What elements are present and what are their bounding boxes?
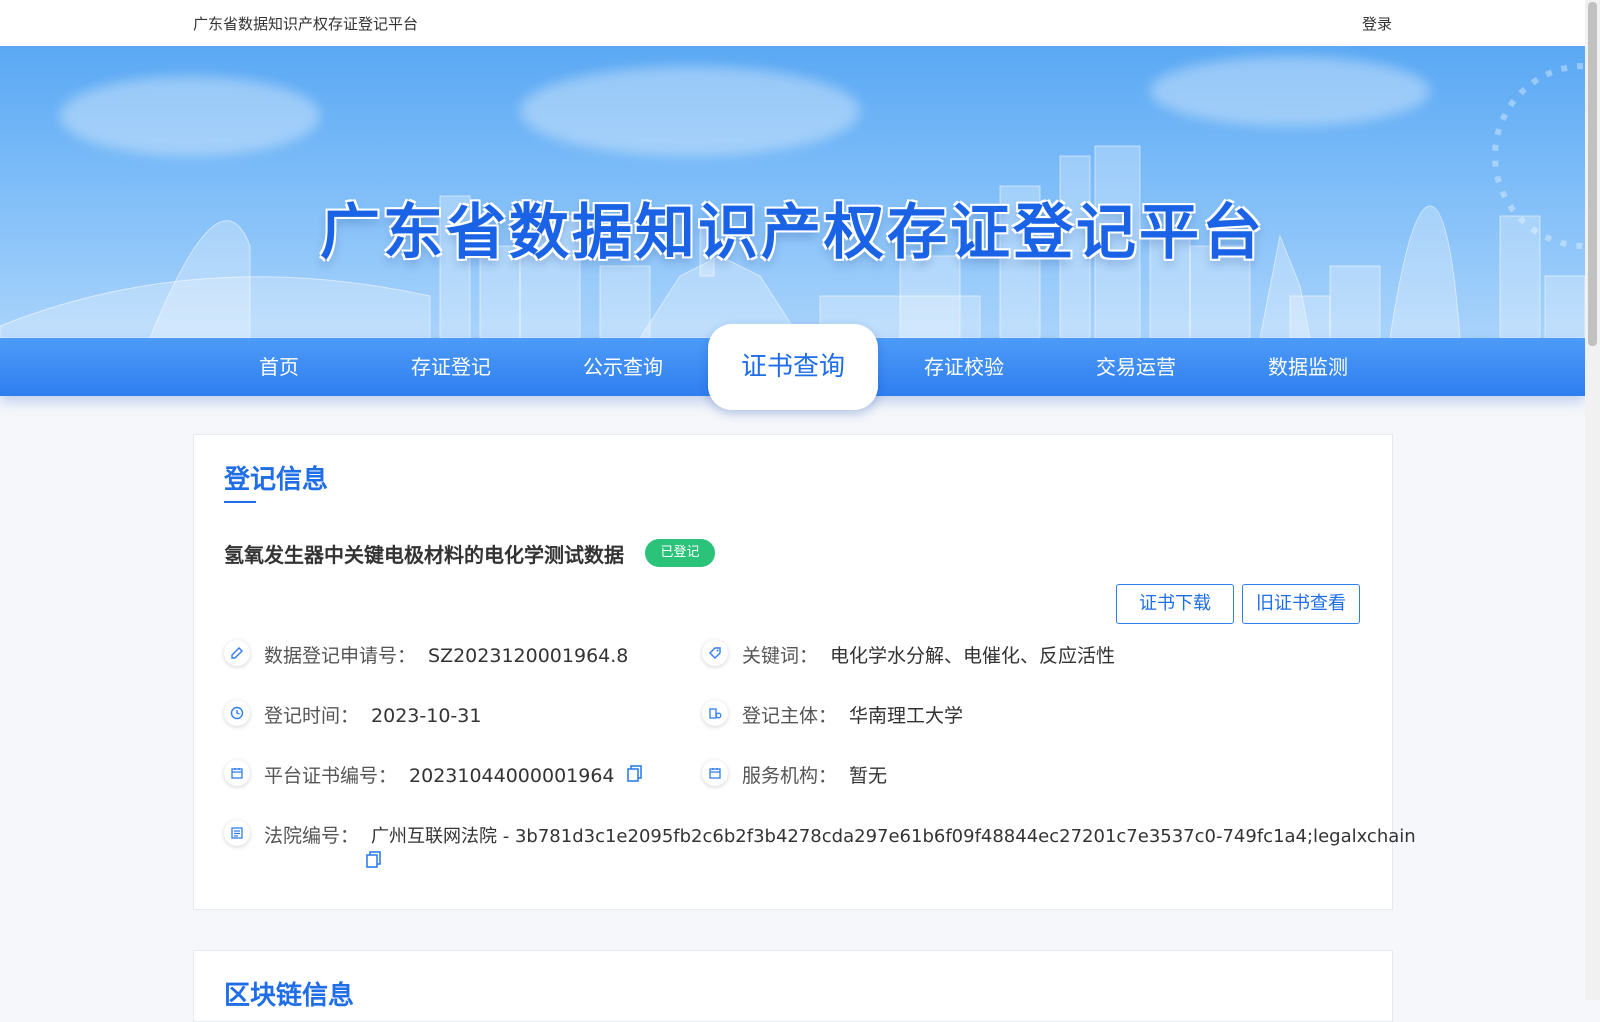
site-name: 广东省数据知识产权存证登记平台 [193,15,419,33]
service-org-value: 暂无 [849,765,888,787]
calendar-icon [702,760,728,786]
nav-item-home[interactable]: 首页 [193,338,365,396]
court-no-label: 法院编号： [264,825,360,847]
login-link[interactable]: 登录 [1362,13,1392,34]
data-title: 氢氧发生器中关键电极材料的电化学测试数据 [224,543,624,567]
service-org-label: 服务机构： [742,765,838,787]
section-title: 区块链信息 [224,981,355,1011]
service-org-field: 服务机构： 暂无 [742,761,887,788]
court-no-field: 法院编号： 广州互联网法院 - 3b781d3c1e2095fb2c6b2f3b4… [264,821,1416,848]
subject-value: 华南理工大学 [849,705,964,727]
reg-time-label: 登记时间： [264,705,360,727]
old-certificate-view-button[interactable]: 旧证书查看 [1242,584,1360,624]
reg-time-field: 登记时间： 2023-10-31 [264,701,481,728]
court-no-value: 广州互联网法院 - 3b781d3c1e2095fb2c6b2f3b4278cd… [371,826,1416,847]
scrollbar-thumb[interactable] [1588,2,1597,346]
blockchain-info-card: 区块链信息 [193,950,1393,1022]
application-no-value: SZ2023120001964.8 [428,645,629,667]
hero-banner: 广东省数据知识产权存证登记平台 [0,46,1585,338]
org-icon [702,700,728,726]
calendar-icon [224,760,250,786]
section-title-underline [224,501,256,503]
edit-icon [224,640,250,666]
subject-field: 登记主体： 华南理工大学 [742,701,963,728]
status-badge: 已登记 [645,539,715,567]
banner-title: 广东省数据知识产权存证登记平台 [320,198,1265,268]
reg-time-value: 2023-10-31 [371,705,482,727]
list-icon [224,820,250,846]
cert-no-value: 20231044000001964 [409,765,615,787]
section-title: 登记信息 [224,465,329,495]
registration-info-card: 登记信息 氢氧发生器中关键电极材料的电化学测试数据 已登记 证书下载 旧证书查看… [193,434,1416,910]
nav-item-public-query[interactable]: 公示查询 [537,338,709,396]
certificate-download-button[interactable]: 证书下载 [1116,584,1234,624]
top-bar: 广东省数据知识产权存证登记平台 登录 [0,0,1585,46]
keywords-field: 关键词： 电化学水分解、电催化、反应活性 [742,641,1115,668]
nav-item-data-monitoring[interactable]: 数据监测 [1222,338,1394,396]
keywords-label: 关键词： [742,645,819,667]
clock-icon [224,700,250,726]
cert-no-field: 平台证书编号： 20231044000001964 [264,761,643,788]
cert-no-label: 平台证书编号： [264,765,398,787]
keywords-value: 电化学水分解、电催化、反应活性 [830,645,1116,667]
tag-icon [702,640,728,666]
nav-item-verification[interactable]: 存证校验 [878,338,1050,396]
nav-item-certificate-query[interactable]: 证书查询 [708,324,878,410]
main-nav: 首页 存证登记 公示查询 证书查询 存证校验 交易运营 数据监测 [0,324,1585,410]
copy-icon[interactable] [366,851,382,873]
copy-icon[interactable] [626,765,643,788]
page-scrollbar[interactable] [1585,0,1600,1000]
nav-item-registration[interactable]: 存证登记 [365,338,537,396]
application-no-label: 数据登记申请号： [264,645,417,667]
subject-label: 登记主体： [742,705,838,727]
application-no-field: 数据登记申请号： SZ2023120001964.8 [264,641,628,668]
nav-item-trade-operation[interactable]: 交易运营 [1050,338,1222,396]
